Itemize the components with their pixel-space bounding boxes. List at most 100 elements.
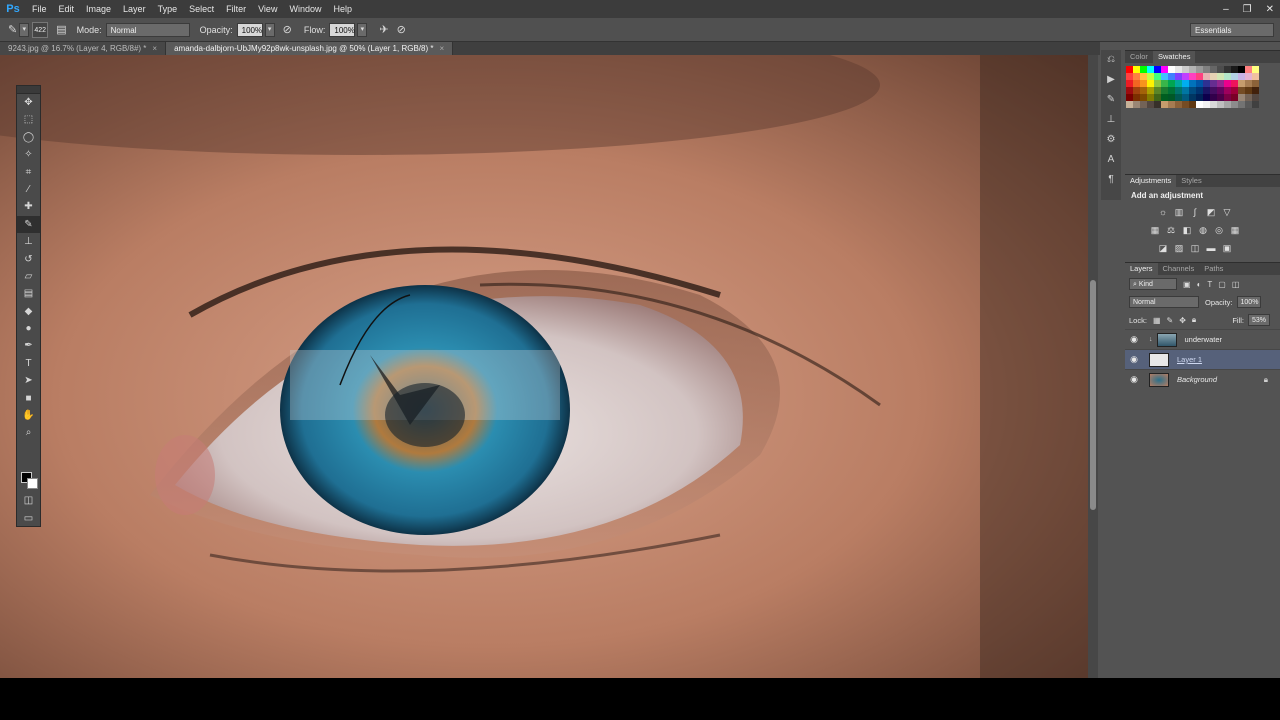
color-swatch[interactable] xyxy=(1231,73,1238,80)
color-swatch[interactable] xyxy=(1182,101,1189,108)
close-icon[interactable]: × xyxy=(152,44,157,53)
gradient-map-icon[interactable]: ▬ xyxy=(1205,242,1217,254)
brightness-icon[interactable]: ☼ xyxy=(1157,206,1169,218)
vibrance-icon[interactable]: ▽ xyxy=(1221,206,1233,218)
threshold-icon[interactable]: ◫ xyxy=(1189,242,1201,254)
color-swatch[interactable] xyxy=(1231,94,1238,101)
layer-name[interactable]: Background xyxy=(1177,375,1217,384)
color-swatch[interactable] xyxy=(1133,87,1140,94)
color-swatch[interactable] xyxy=(1133,66,1140,73)
color-swatch[interactable] xyxy=(1168,87,1175,94)
color-swatch[interactable] xyxy=(1210,101,1217,108)
color-swatch[interactable] xyxy=(1217,73,1224,80)
paragraph-icon[interactable]: ¶ xyxy=(1101,170,1121,190)
color-swatch[interactable] xyxy=(1203,80,1210,87)
color-swatch[interactable] xyxy=(1133,94,1140,101)
color-swatch[interactable] xyxy=(1210,80,1217,87)
pressure-size-icon[interactable]: ⊘ xyxy=(397,23,406,36)
pressure-opacity-icon[interactable]: ⊘ xyxy=(283,23,292,36)
menu-select[interactable]: Select xyxy=(183,0,220,18)
color-swatch[interactable] xyxy=(1154,66,1161,73)
color-swatch[interactable] xyxy=(1140,66,1147,73)
color-swatch[interactable] xyxy=(1161,80,1168,87)
color-swatch[interactable] xyxy=(1133,80,1140,87)
pixel-filter-icon[interactable]: ▣ xyxy=(1183,280,1191,289)
color-swatch[interactable] xyxy=(1140,94,1147,101)
lock-pixels-icon[interactable]: ✎ xyxy=(1167,316,1174,325)
color-swatch[interactable] xyxy=(1224,101,1231,108)
lasso-tool-icon[interactable]: ◯ xyxy=(17,129,40,146)
airbrush-icon[interactable]: ✈ xyxy=(379,23,388,36)
visibility-eye-icon[interactable]: ◉ xyxy=(1125,334,1143,345)
color-swatch[interactable] xyxy=(1133,101,1140,108)
color-swatch[interactable] xyxy=(1161,101,1168,108)
menu-type[interactable]: Type xyxy=(152,0,184,18)
color-swatch[interactable] xyxy=(1126,101,1133,108)
color-swatch[interactable] xyxy=(1189,87,1196,94)
color-swatch[interactable] xyxy=(1196,80,1203,87)
color-swatch[interactable] xyxy=(1154,73,1161,80)
color-swatch[interactable] xyxy=(1203,101,1210,108)
color-swatch[interactable] xyxy=(1238,87,1245,94)
color-swatch[interactable] xyxy=(1238,101,1245,108)
layer-row-background[interactable]: ◉ Background 🔒︎ xyxy=(1125,369,1280,389)
color-swatch[interactable] xyxy=(1252,80,1259,87)
type-tool-icon[interactable]: T xyxy=(17,355,40,372)
tab-color[interactable]: Color xyxy=(1125,51,1153,63)
color-swatch[interactable] xyxy=(1154,101,1161,108)
color-swatch[interactable] xyxy=(1203,66,1210,73)
eyedropper-tool-icon[interactable]: ⁄ xyxy=(17,181,40,198)
menu-file[interactable]: File xyxy=(26,0,53,18)
zoom-tool-icon[interactable]: ⌕ xyxy=(17,424,40,441)
color-swatch[interactable] xyxy=(1189,73,1196,80)
tab-styles[interactable]: Styles xyxy=(1176,175,1206,187)
color-swatch[interactable] xyxy=(1161,94,1168,101)
color-swatch[interactable] xyxy=(1147,87,1154,94)
brush-tool-icon[interactable]: ✎ xyxy=(17,215,40,234)
color-swatch[interactable] xyxy=(1224,80,1231,87)
color-swatch[interactable] xyxy=(1168,66,1175,73)
hand-tool-icon[interactable]: ✋ xyxy=(17,407,40,424)
color-swatch[interactable] xyxy=(1217,101,1224,108)
visibility-eye-icon[interactable]: ◉ xyxy=(1125,354,1143,365)
swatch-grid[interactable] xyxy=(1125,63,1280,108)
pen-tool-icon[interactable]: ✒ xyxy=(17,337,40,354)
color-swatch[interactable] xyxy=(1210,94,1217,101)
color-swatch[interactable] xyxy=(1231,66,1238,73)
color-swatch[interactable] xyxy=(1161,66,1168,73)
background-color-swatch[interactable] xyxy=(27,478,38,489)
color-swatch[interactable] xyxy=(1175,73,1182,80)
blend-mode-select[interactable]: Normal xyxy=(1129,296,1199,308)
restore-icon[interactable]: ❐ xyxy=(1243,4,1252,15)
marquee-tool-icon[interactable]: ⬚ xyxy=(17,111,40,128)
layer-name[interactable]: underwater xyxy=(1185,335,1223,344)
menu-edit[interactable]: Edit xyxy=(53,0,81,18)
color-swatch[interactable] xyxy=(1189,94,1196,101)
color-swatch[interactable] xyxy=(1245,94,1252,101)
color-swatch[interactable] xyxy=(1182,73,1189,80)
color-swatch[interactable] xyxy=(1175,80,1182,87)
tab-swatches[interactable]: Swatches xyxy=(1152,51,1196,63)
color-swatch[interactable] xyxy=(1161,87,1168,94)
menu-window[interactable]: Window xyxy=(283,0,327,18)
doc-tab-2[interactable]: amanda-dalbjorn-UbJMy92p8wk-unsplash.jpg… xyxy=(166,42,454,55)
black-white-icon[interactable]: ◧ xyxy=(1181,224,1193,236)
color-swatch[interactable] xyxy=(1140,80,1147,87)
adjustment-filter-icon[interactable]: ◐ xyxy=(1197,280,1202,289)
layer-row-underwater[interactable]: ◉ ↓ underwater xyxy=(1125,329,1280,349)
color-swatch[interactable] xyxy=(1147,80,1154,87)
color-swatch[interactable] xyxy=(1140,73,1147,80)
visibility-eye-icon[interactable]: ◉ xyxy=(1125,374,1143,385)
invert-icon[interactable]: ◪ xyxy=(1157,242,1169,254)
flow-input[interactable]: 100% xyxy=(329,22,356,37)
color-swatch[interactable] xyxy=(1126,87,1133,94)
color-swatch[interactable] xyxy=(1175,101,1182,108)
color-swatch[interactable] xyxy=(1168,73,1175,80)
hue-saturation-icon[interactable]: ▦ xyxy=(1149,224,1161,236)
color-swatch[interactable] xyxy=(1210,66,1217,73)
color-swatch[interactable] xyxy=(1133,73,1140,80)
lock-position-icon[interactable]: ✥ xyxy=(1179,316,1186,325)
color-swatch[interactable] xyxy=(1224,87,1231,94)
smart-object-filter-icon[interactable]: ◫ xyxy=(1232,280,1240,289)
color-swatch[interactable] xyxy=(1196,101,1203,108)
